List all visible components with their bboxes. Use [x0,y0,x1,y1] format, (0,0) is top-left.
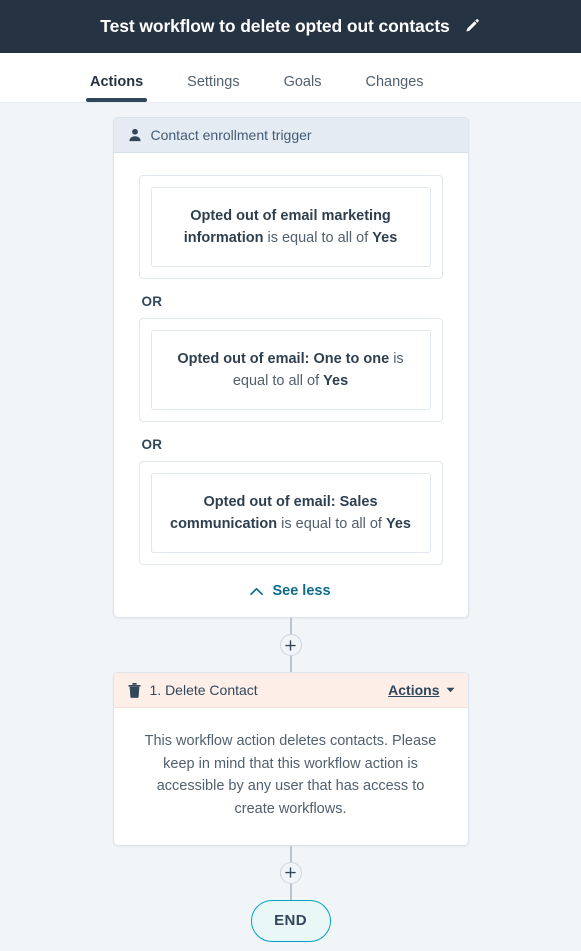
connector-trigger-to-action [279,618,302,673]
end-node: END [250,899,331,942]
tab-changes[interactable]: Changes [343,73,445,103]
condition-group-3[interactable]: Opted out of email: Sales communication … [138,461,443,566]
add-action-button-2[interactable] [279,861,302,884]
contact-person-icon [128,128,141,142]
condition-group-2[interactable]: Opted out of email: One to one is equal … [138,318,443,423]
connector-line [289,883,292,900]
condition-operator-3: is equal to all of [277,516,386,533]
condition-box-1: Opted out of email marketing information… [150,187,431,268]
condition-box-2: Opted out of email: One to one is equal … [150,330,431,411]
condition-value-3: Yes [385,516,411,533]
workflow-canvas: Contact enrollment trigger Opted out of … [0,103,581,951]
connector-line [289,618,292,635]
trigger-card-header-label: Contact enrollment trigger [150,127,312,143]
workflow-tabs: Actions Settings Goals Changes [0,53,581,103]
see-less-toggle[interactable]: See less [139,583,443,599]
or-label-1: OR [141,294,163,310]
enrollment-trigger-card[interactable]: Contact enrollment trigger Opted out of … [112,117,469,619]
tab-goals[interactable]: Goals [262,73,344,103]
workflow-header: Test workflow to delete opted out contac… [0,0,581,53]
connector-line [289,656,292,673]
tab-changes-label: Changes [365,73,424,90]
connector-line [289,845,292,862]
tab-goals-label: Goals [283,73,322,90]
action-card-title: 1. Delete Contact [149,682,258,699]
action-menu-label: Actions [388,682,440,699]
tab-actions[interactable]: Actions [68,73,165,103]
trash-icon[interactable] [127,682,141,698]
action-card-header: 1. Delete Contact Actions [113,673,468,709]
delete-contact-action-card[interactable]: 1. Delete Contact Actions This workflow … [112,672,469,846]
chevron-up-icon [250,587,264,595]
end-node-label: END [274,912,307,930]
trigger-card-header: Contact enrollment trigger [113,118,468,153]
condition-value-2: Yes [323,373,349,390]
condition-property-2: Opted out of email: One to one [177,351,390,368]
pencil-icon[interactable] [464,18,481,35]
trigger-card-body: Opted out of email marketing information… [114,153,468,617]
condition-value-1: Yes [372,230,398,247]
see-less-label: See less [272,583,331,600]
or-label-2: OR [141,437,163,453]
condition-operator-1: is equal to all of [263,230,373,247]
plus-icon [285,867,296,878]
connector-action-to-end [279,845,302,900]
condition-group-1[interactable]: Opted out of email marketing information… [138,175,443,280]
tab-actions-label: Actions [90,73,144,90]
workflow-flow: Contact enrollment trigger Opted out of … [112,117,469,942]
add-action-button-1[interactable] [279,634,302,657]
caret-down-icon [446,687,454,693]
action-menu-dropdown[interactable]: Actions [388,682,454,698]
tab-settings-label: Settings [187,73,240,90]
page-title: Test workflow to delete opted out contac… [100,16,450,36]
condition-box-3: Opted out of email: Sales communication … [150,473,431,554]
plus-icon [285,639,296,651]
action-card-description: This workflow action deletes contacts. P… [144,733,437,818]
tab-settings[interactable]: Settings [165,73,261,103]
